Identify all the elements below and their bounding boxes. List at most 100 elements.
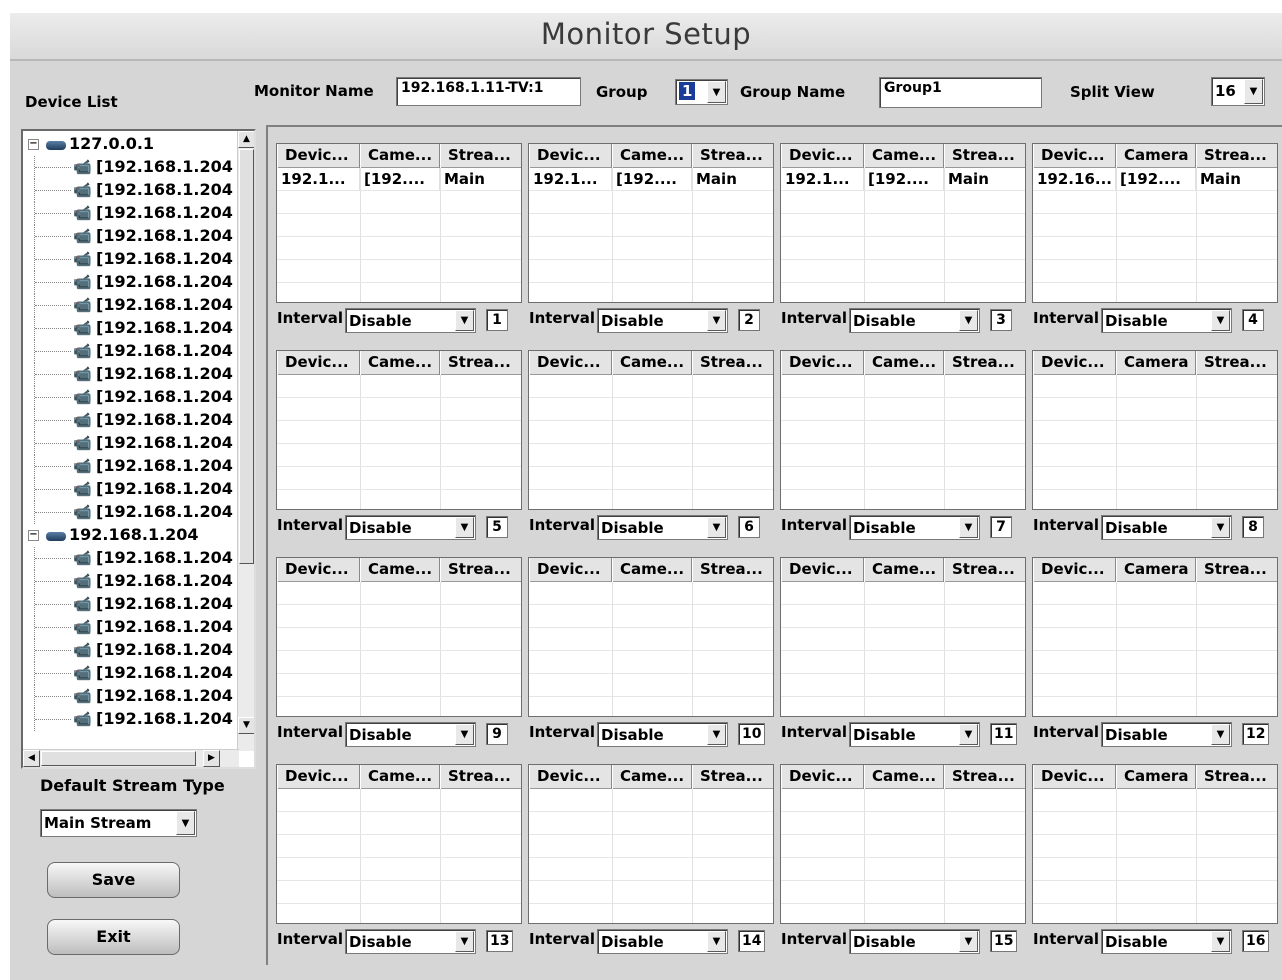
table-row[interactable]: [277, 605, 521, 628]
column-header[interactable]: Strea...: [692, 558, 773, 582]
table-row[interactable]: [1033, 789, 1277, 812]
panel-table[interactable]: Devic... Came... Strea...: [780, 350, 1026, 510]
chevron-down-icon[interactable]: ▼: [1211, 931, 1230, 952]
table-row[interactable]: [529, 881, 773, 904]
tree-vertical-scrollbar[interactable]: ▲ ▼: [237, 131, 254, 751]
panel-table[interactable]: Devic... Camera Strea...: [1032, 350, 1278, 510]
chevron-down-icon[interactable]: ▼: [707, 517, 726, 538]
column-header[interactable]: Came...: [612, 765, 692, 789]
table-row[interactable]: [781, 628, 1025, 651]
table-row[interactable]: 192.1... [192.... Main: [277, 168, 521, 191]
table-row[interactable]: [781, 421, 1025, 444]
table-row[interactable]: [277, 582, 521, 605]
table-row[interactable]: [1033, 398, 1277, 421]
column-header[interactable]: Devic...: [277, 144, 360, 168]
interval-select[interactable]: Disable ▼: [849, 722, 980, 747]
table-row[interactable]: [781, 835, 1025, 858]
table-row[interactable]: [781, 651, 1025, 674]
column-header[interactable]: Came...: [612, 144, 692, 168]
table-row[interactable]: [781, 789, 1025, 812]
table-row[interactable]: [277, 421, 521, 444]
chevron-down-icon[interactable]: ▼: [959, 724, 978, 745]
column-header[interactable]: Came...: [864, 765, 944, 789]
table-row[interactable]: [1033, 467, 1277, 490]
default-stream-select[interactable]: Main Stream ▼: [40, 809, 197, 837]
interval-select[interactable]: Disable ▼: [1101, 308, 1232, 333]
interval-select[interactable]: Disable ▼: [345, 929, 476, 954]
table-row[interactable]: [529, 651, 773, 674]
table-row[interactable]: [781, 237, 1025, 260]
table-row[interactable]: [277, 858, 521, 881]
interval-select[interactable]: Disable ▼: [849, 515, 980, 540]
panel-table[interactable]: Devic... Camera Strea...: [1032, 764, 1278, 924]
column-header[interactable]: Strea...: [1196, 144, 1277, 168]
chevron-down-icon[interactable]: ▼: [959, 517, 978, 538]
collapse-icon[interactable]: −: [28, 530, 39, 541]
panel-table[interactable]: Devic... Came... Strea... 192.1... [192.... M…: [780, 143, 1026, 303]
table-row[interactable]: [529, 421, 773, 444]
table-row[interactable]: 192.1... [192.... Main: [781, 168, 1025, 191]
chevron-down-icon[interactable]: ▼: [1211, 517, 1230, 538]
table-row[interactable]: [277, 260, 521, 283]
chevron-down-icon[interactable]: ▼: [959, 310, 978, 331]
column-header[interactable]: Came...: [612, 351, 692, 375]
column-header[interactable]: Strea...: [1196, 351, 1277, 375]
table-row[interactable]: [277, 283, 521, 302]
table-row[interactable]: [1033, 881, 1277, 904]
interval-select[interactable]: Disable ▼: [1101, 722, 1232, 747]
table-row[interactable]: [781, 283, 1025, 302]
table-row[interactable]: [529, 674, 773, 697]
column-header[interactable]: Strea...: [944, 558, 1025, 582]
tree-horizontal-scrollbar[interactable]: ◀ ▶: [23, 749, 239, 767]
chevron-down-icon[interactable]: ▼: [455, 724, 474, 745]
panel-table[interactable]: Devic... Came... Strea...: [528, 350, 774, 510]
table-row[interactable]: [781, 582, 1025, 605]
collapse-icon[interactable]: −: [28, 139, 39, 150]
column-header[interactable]: Devic...: [277, 558, 360, 582]
table-row[interactable]: [781, 904, 1025, 923]
table-row[interactable]: [1033, 835, 1277, 858]
table-row[interactable]: [781, 881, 1025, 904]
column-header[interactable]: Strea...: [1196, 558, 1277, 582]
column-header[interactable]: Devic...: [1033, 558, 1116, 582]
table-row[interactable]: [1033, 582, 1277, 605]
table-row[interactable]: [1033, 260, 1277, 283]
interval-select[interactable]: Disable ▼: [597, 929, 728, 954]
column-header[interactable]: Came...: [864, 144, 944, 168]
table-row[interactable]: [277, 214, 521, 237]
chevron-down-icon[interactable]: ▼: [707, 310, 726, 331]
table-row[interactable]: [529, 812, 773, 835]
chevron-down-icon[interactable]: ▼: [176, 811, 195, 835]
interval-select[interactable]: Disable ▼: [597, 515, 728, 540]
group-name-field[interactable]: Group1: [879, 77, 1042, 108]
table-row[interactable]: [1033, 697, 1277, 716]
table-row[interactable]: [781, 697, 1025, 716]
table-row[interactable]: [781, 191, 1025, 214]
interval-select[interactable]: Disable ▼: [1101, 929, 1232, 954]
chevron-down-icon[interactable]: ▼: [707, 931, 726, 952]
column-header[interactable]: Strea...: [944, 351, 1025, 375]
table-row[interactable]: [781, 490, 1025, 509]
chevron-down-icon[interactable]: ▼: [455, 931, 474, 952]
table-row[interactable]: [781, 444, 1025, 467]
table-row[interactable]: [1033, 191, 1277, 214]
table-row[interactable]: [781, 214, 1025, 237]
table-row[interactable]: [529, 605, 773, 628]
column-header[interactable]: Devic...: [277, 351, 360, 375]
column-header[interactable]: Devic...: [781, 144, 864, 168]
table-row[interactable]: [277, 237, 521, 260]
chevron-down-icon[interactable]: ▼: [1244, 79, 1263, 104]
table-row[interactable]: [1033, 375, 1277, 398]
panel-table[interactable]: Devic... Came... Strea...: [780, 557, 1026, 717]
interval-select[interactable]: Disable ▼: [597, 722, 728, 747]
table-row[interactable]: [277, 490, 521, 509]
panel-table[interactable]: Devic... Came... Strea...: [276, 557, 522, 717]
table-row[interactable]: [277, 191, 521, 214]
chevron-down-icon[interactable]: ▼: [959, 931, 978, 952]
table-row[interactable]: [277, 697, 521, 716]
interval-select[interactable]: Disable ▼: [345, 308, 476, 333]
column-header[interactable]: Came...: [864, 351, 944, 375]
monitor-name-field[interactable]: 192.168.1.11-TV:1: [396, 77, 581, 106]
exit-button[interactable]: Exit: [47, 919, 180, 955]
chevron-down-icon[interactable]: ▼: [1211, 310, 1230, 331]
